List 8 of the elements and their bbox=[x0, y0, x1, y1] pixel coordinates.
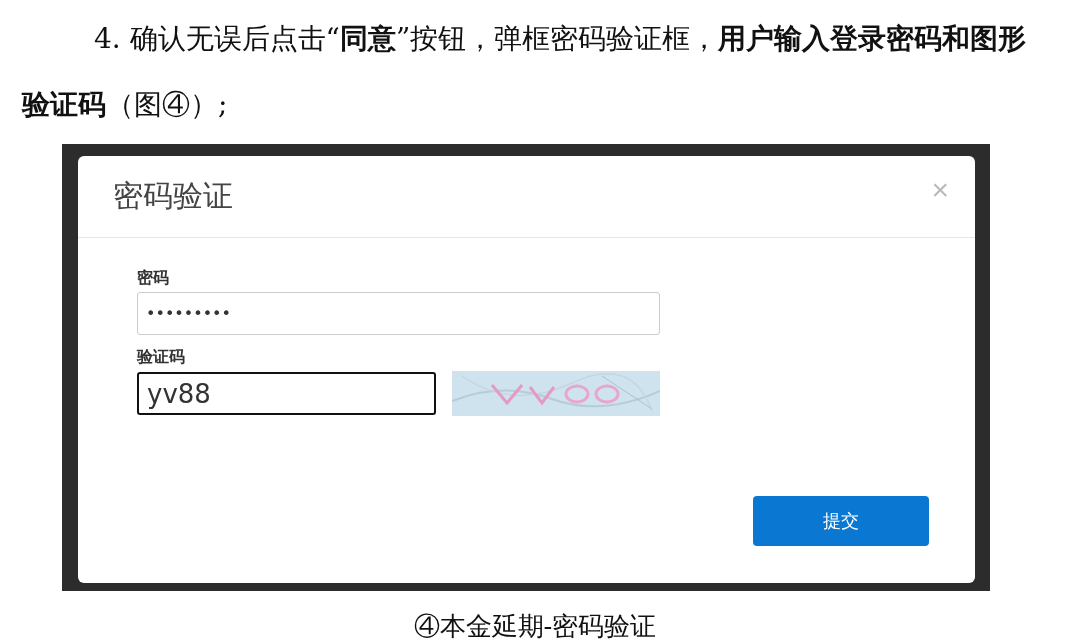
captcha-field[interactable]: yv88 bbox=[137, 372, 436, 415]
password-field[interactable]: ••••••••• bbox=[137, 292, 660, 335]
dialog-title: 密码验证 bbox=[113, 177, 233, 215]
figure-caption: ④本金延期-密码验证 bbox=[412, 610, 658, 643]
field-label: 验证码 bbox=[137, 347, 186, 368]
submit-button[interactable]: 提交 bbox=[753, 496, 929, 546]
paragraph: 4. 确认无误后点击“同意”按钮，弹框密码验证框，用户输入登录密码和图形验证码（图④）; bbox=[22, 21, 1028, 123]
field-label: 密码 bbox=[137, 268, 170, 289]
